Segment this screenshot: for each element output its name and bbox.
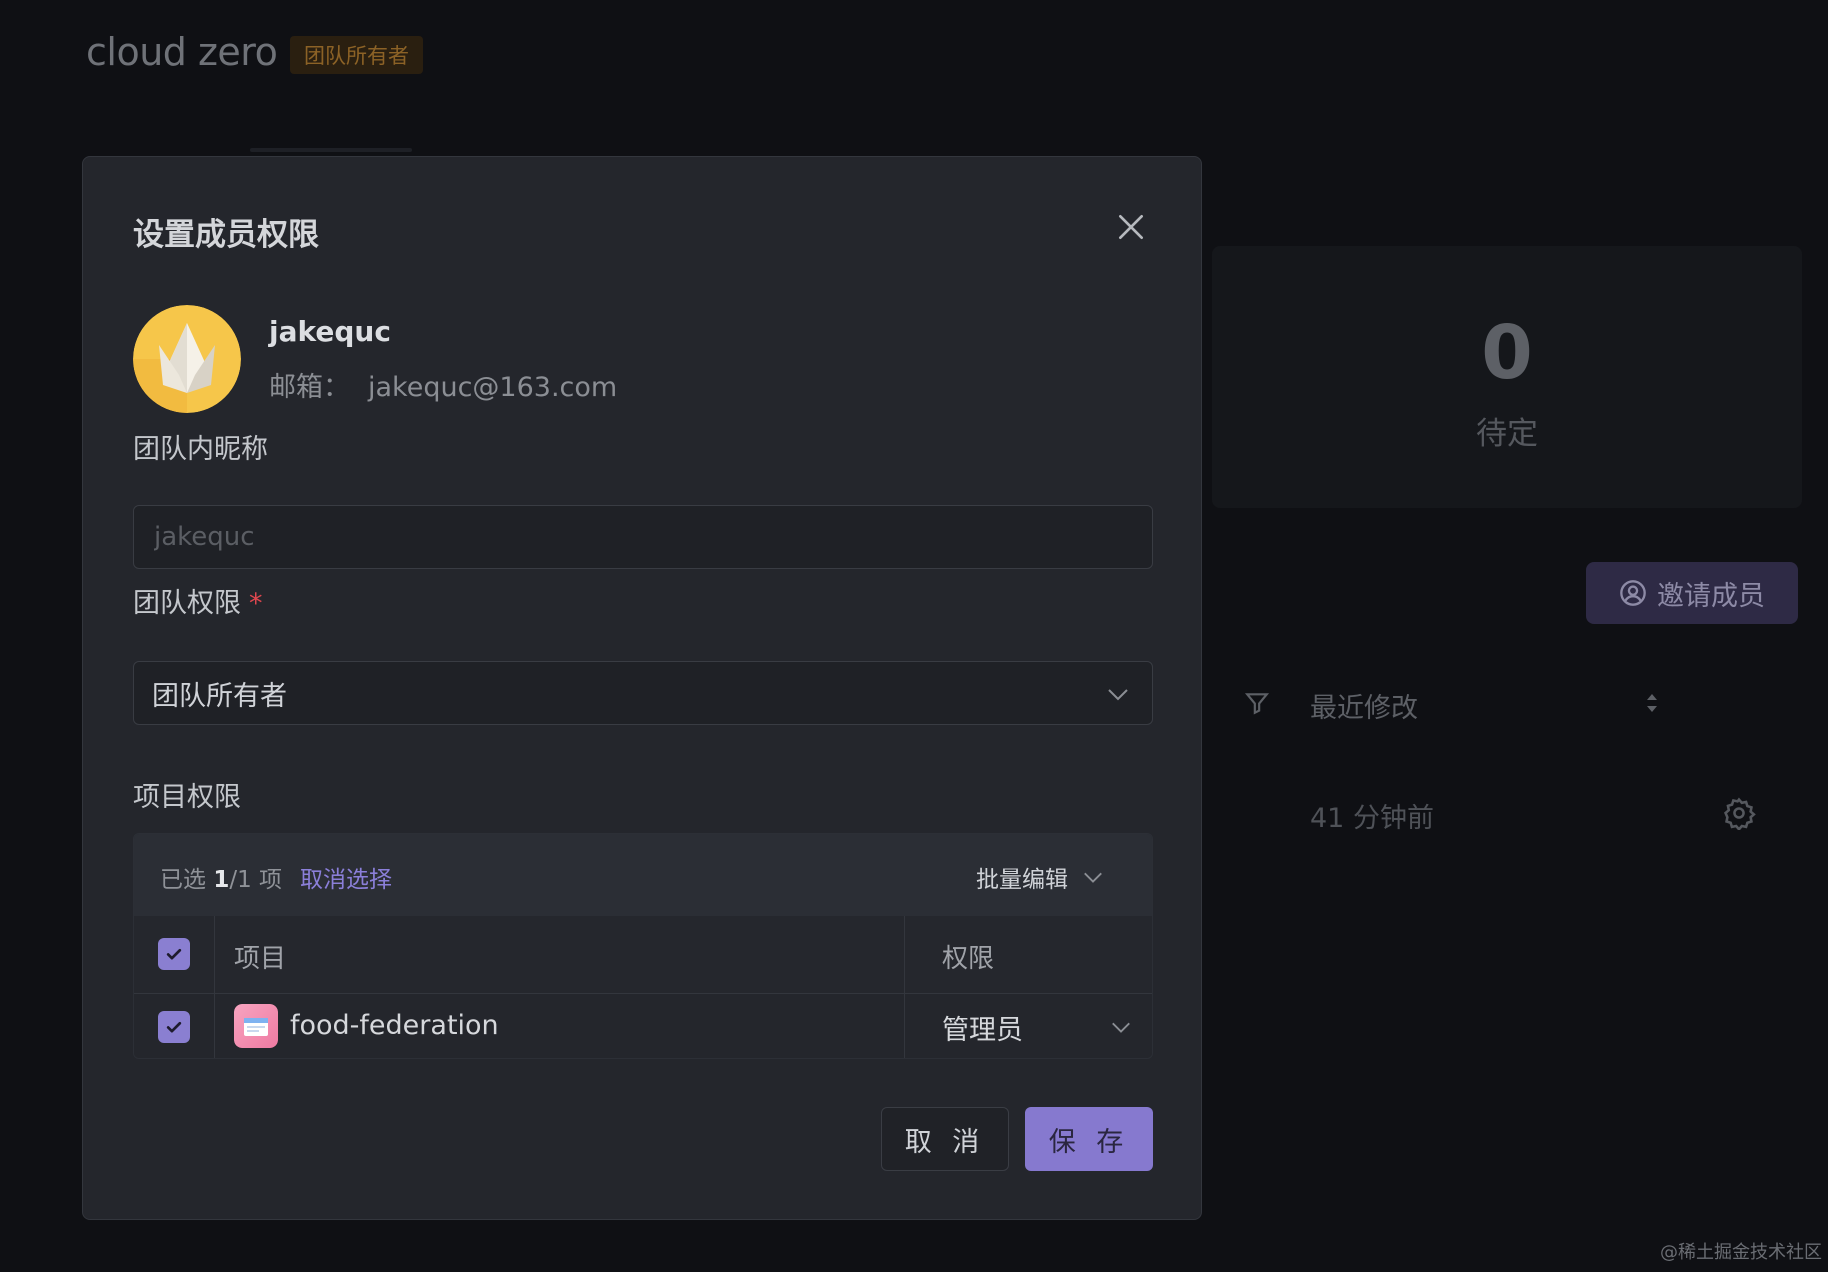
project-permission-value: 管理员: [942, 1014, 1023, 1046]
chevron-down-icon: [1112, 1022, 1130, 1033]
team-name: cloud zero: [86, 30, 278, 74]
check-icon: [166, 1021, 182, 1033]
role-badge: 团队所有者: [290, 36, 423, 74]
project-name: food-federation: [290, 1010, 499, 1041]
close-icon[interactable]: [1115, 211, 1147, 243]
modal-title: 设置成员权限: [133, 217, 319, 253]
table-row: food-federation 管理员: [134, 994, 1152, 1058]
email-label: 邮箱：: [269, 372, 350, 403]
member-permission-modal: 设置成员权限 jakequc 邮箱： jakequc@163.com 团队内昵称 …: [82, 156, 1202, 1220]
column-divider: [214, 916, 215, 1058]
row-checkbox[interactable]: [158, 1011, 190, 1043]
nickname-input[interactable]: [133, 505, 1153, 569]
chevron-down-icon: [1084, 872, 1102, 883]
column-header-recent: 最近修改: [1310, 693, 1418, 724]
table-toolbar: 已选 1/1 项 取消选择 批量编辑: [134, 834, 1152, 916]
save-button[interactable]: 保 存: [1025, 1107, 1153, 1171]
avatar: [133, 305, 241, 413]
nickname-label: 团队内昵称: [133, 434, 268, 465]
project-permission-table: 已选 1/1 项 取消选择 批量编辑 项目 权限 food-federation…: [133, 833, 1153, 1059]
invite-member-button[interactable]: 邀请成员: [1586, 562, 1798, 624]
cancel-button[interactable]: 取 消: [881, 1107, 1009, 1171]
column-divider: [904, 916, 905, 1058]
user-email-row: 邮箱： jakequc@163.com: [269, 365, 617, 404]
clear-selection-link[interactable]: 取消选择: [300, 860, 392, 894]
project-permission-label: 项目权限: [133, 782, 241, 813]
gear-icon[interactable]: [1722, 796, 1756, 830]
user-name: jakequc: [269, 315, 391, 348]
sort-icon[interactable]: [1642, 690, 1662, 716]
table-header: 项目 权限: [134, 916, 1152, 994]
batch-edit-label: 批量编辑: [976, 867, 1068, 893]
user-email: jakequc@163.com: [368, 372, 618, 403]
required-mark: *: [249, 588, 263, 619]
column-header-permission: 权限: [942, 944, 995, 974]
project-permission-select[interactable]: 管理员: [924, 994, 1152, 1058]
team-permission-value: 团队所有者: [152, 680, 287, 712]
project-icon: [234, 1004, 278, 1048]
row-modified-time: 41 分钟前: [1310, 803, 1434, 834]
tab-indicator: [250, 148, 412, 152]
user-circle-icon: [1620, 580, 1646, 606]
selection-count: 已选 1/1 项: [160, 867, 283, 893]
stat-label: 待定: [1476, 416, 1538, 452]
select-all-checkbox[interactable]: [158, 938, 190, 970]
chevron-down-icon: [1108, 689, 1128, 701]
stat-count: 0: [1481, 310, 1533, 396]
team-permission-select[interactable]: 团队所有者: [133, 661, 1153, 725]
watermark: @稀土掘金技术社区: [1660, 1242, 1822, 1263]
filter-icon[interactable]: [1244, 690, 1270, 716]
invite-member-label: 邀请成员: [1657, 580, 1765, 612]
check-icon: [166, 948, 182, 960]
team-permission-label: 团队权限 *: [133, 588, 263, 619]
column-header-project: 项目: [234, 944, 287, 974]
batch-edit-dropdown[interactable]: 批量编辑: [976, 860, 1104, 894]
